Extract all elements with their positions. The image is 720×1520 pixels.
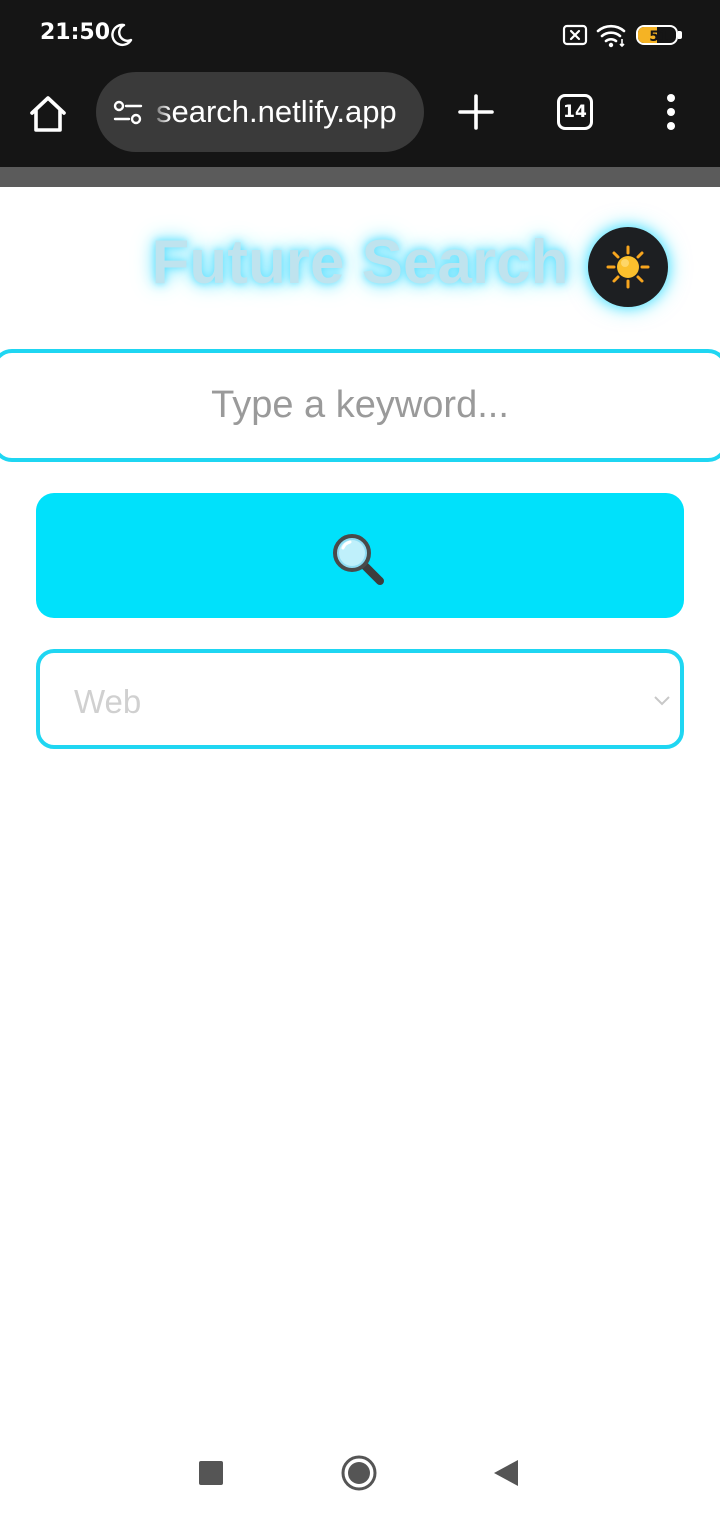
search-button[interactable] [36, 493, 684, 618]
sun-icon [606, 245, 650, 289]
browser-toolbar: search.netlify.app 14 [0, 70, 720, 167]
search-input[interactable] [0, 349, 720, 462]
status-time: 21:50 [40, 20, 111, 45]
page-title: Future Search [151, 228, 569, 297]
page-loading-strip [0, 167, 720, 187]
more-vert-icon[interactable] [656, 92, 686, 132]
site-settings-icon[interactable] [112, 98, 144, 128]
tabs-icon[interactable]: 14 [557, 94, 593, 130]
back-triangle-icon[interactable] [492, 1458, 520, 1488]
magnifier-icon [333, 534, 384, 585]
recents-icon[interactable] [199, 1461, 223, 1485]
status-bar: 21:50 51 [0, 0, 720, 70]
page-content: Future Search Web [0, 187, 720, 1420]
url-text[interactable]: search.netlify.app [156, 94, 416, 130]
plus-icon[interactable] [456, 92, 496, 132]
battery-icon: 51 [636, 25, 682, 45]
system-nav-bar [0, 1420, 720, 1520]
home-icon[interactable] [26, 92, 70, 136]
search-type-value: Web [74, 683, 142, 720]
chevron-down-icon [654, 696, 670, 706]
search-type-select[interactable]: Web [36, 649, 684, 749]
theme-toggle-button[interactable] [588, 227, 668, 307]
home-circle-icon[interactable] [340, 1454, 378, 1492]
moon-icon [111, 23, 133, 47]
battery-level: 51 [649, 29, 669, 45]
sim-off-icon [562, 24, 588, 46]
wifi-icon [596, 24, 626, 48]
address-bar[interactable]: search.netlify.app [96, 72, 424, 152]
